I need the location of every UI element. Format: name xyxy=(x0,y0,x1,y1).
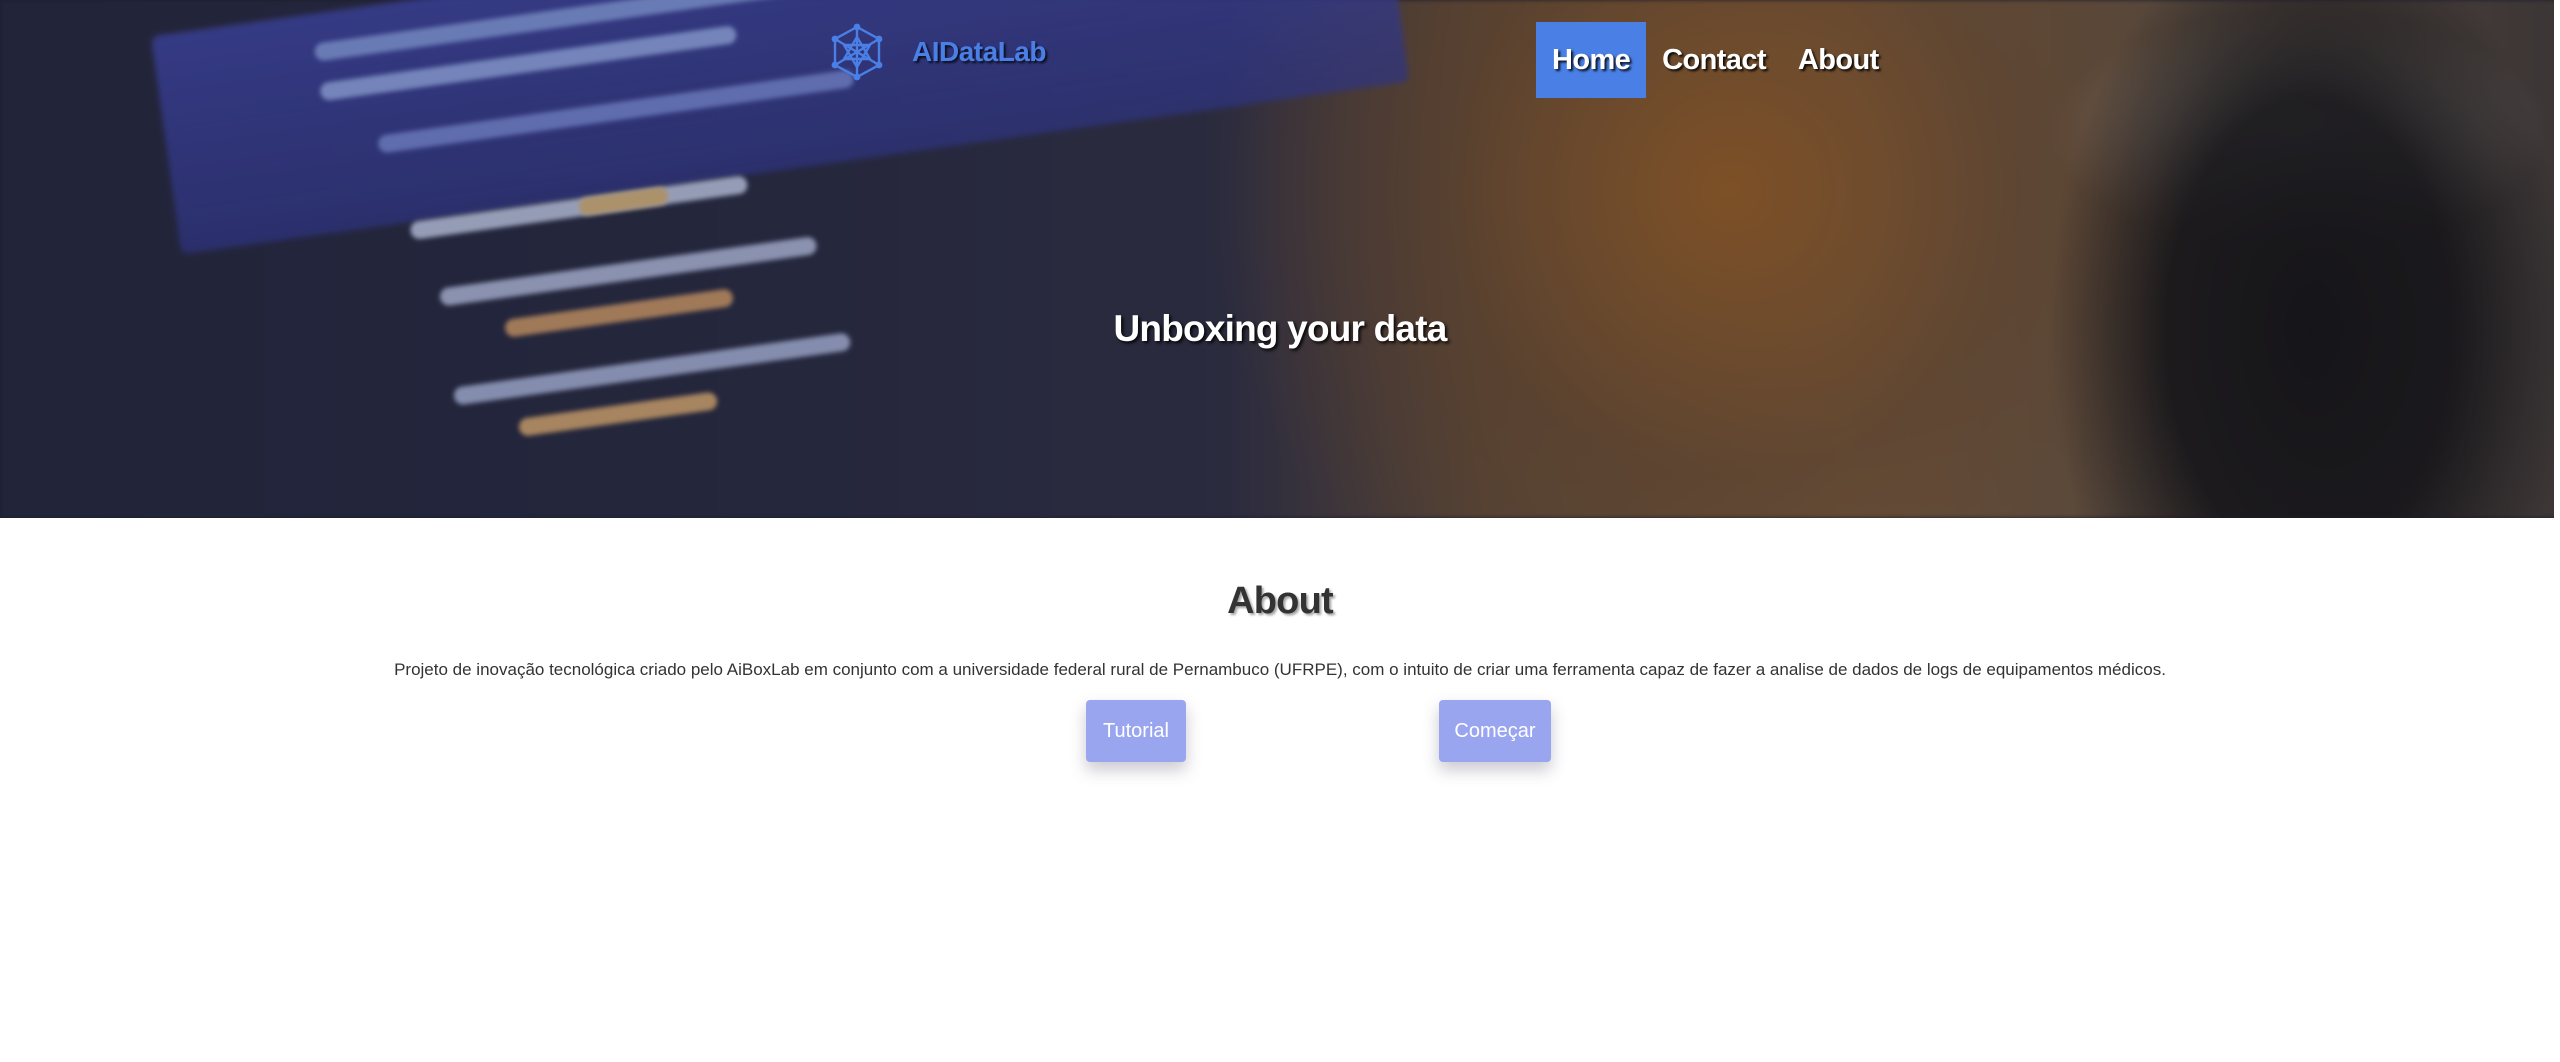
main-nav: Home Contact About xyxy=(1536,22,1895,98)
nav-item-about[interactable]: About xyxy=(1782,22,1895,98)
brand-name: AIDataLab xyxy=(912,36,1046,67)
nav-item-contact[interactable]: Contact xyxy=(1646,22,1782,98)
about-description: Projeto de inovação tecnológica criado p… xyxy=(394,660,2166,679)
hero-banner: AIDataLab Home Contact About Unboxing yo… xyxy=(0,0,2560,518)
molecule-network-icon xyxy=(831,23,883,81)
brand-logo[interactable]: AIDataLab xyxy=(830,22,1046,82)
tutorial-button[interactable]: Tutorial xyxy=(1086,700,1186,762)
about-heading: About xyxy=(1227,580,1334,622)
start-button[interactable]: Começar xyxy=(1439,700,1551,762)
hero-title: Unboxing your data xyxy=(1113,308,1448,349)
nav-item-home[interactable]: Home xyxy=(1536,22,1647,98)
